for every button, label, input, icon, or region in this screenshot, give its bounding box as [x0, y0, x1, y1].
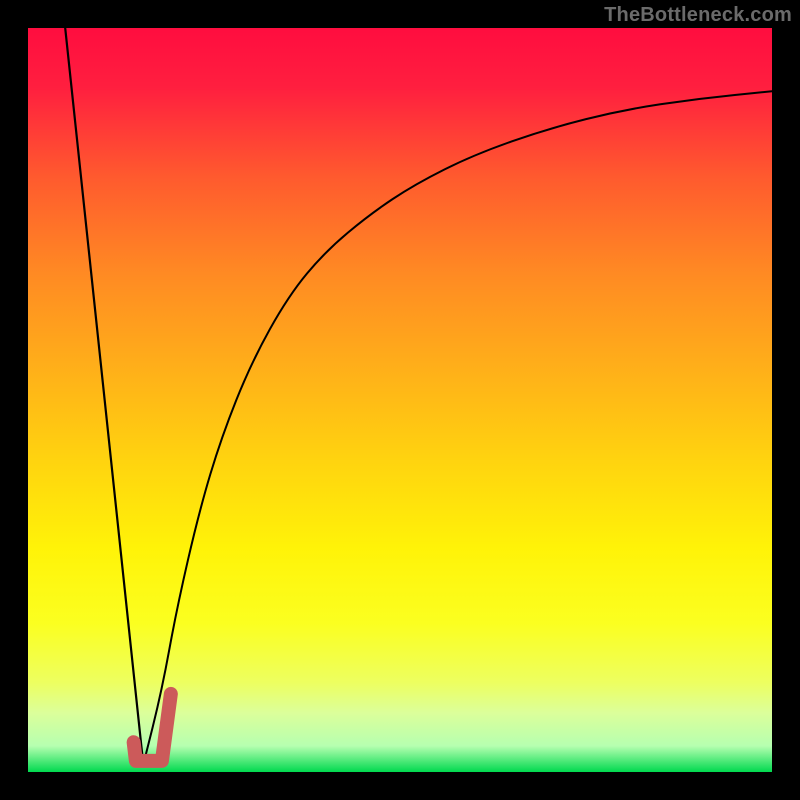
- chart-svg: [28, 28, 772, 772]
- plot-area: [28, 28, 772, 772]
- chart-frame: TheBottleneck.com: [0, 0, 800, 800]
- gradient-background: [28, 28, 772, 772]
- watermark-text: TheBottleneck.com: [604, 4, 792, 27]
